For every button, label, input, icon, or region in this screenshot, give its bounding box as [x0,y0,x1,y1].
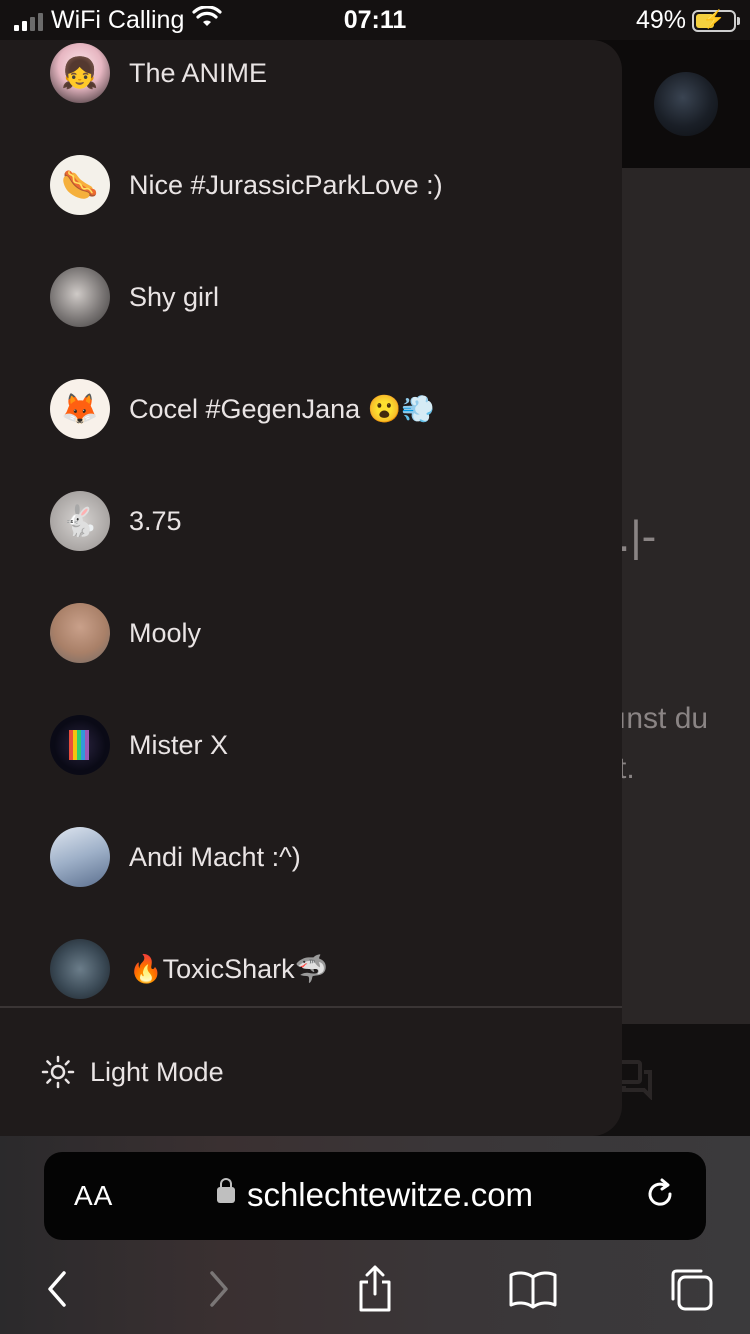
browser-toolbar [0,1256,750,1326]
hotdog-avatar: 🌭 [50,155,110,215]
list-item-label: 🔥ToxicShark🦈 [129,954,329,984]
tabs-button[interactable] [666,1266,716,1316]
rainbow-avatar [50,715,110,775]
browser-bottom-bar: AA schlechtewitze.com [0,1136,750,1334]
sun-icon [40,1054,76,1090]
list-item-label: The ANIME [129,57,268,88]
background-text-fragment: ınst du [618,702,709,735]
list-item[interactable]: Shy girl [0,241,622,353]
back-button[interactable] [32,1266,82,1316]
light-mode-button[interactable]: Light Mode [40,1044,244,1100]
list-item[interactable]: 👧 The ANIME [0,40,622,129]
bookmarks-button[interactable] [508,1266,558,1316]
chevron-right-icon [204,1269,234,1314]
list-item-label: Mooly [129,617,202,648]
forward-button[interactable] [194,1266,244,1316]
share-icon [355,1264,395,1319]
url-text: schlechtewitze.com [246,1176,534,1213]
list-item-label: Shy girl [129,281,220,312]
list-item[interactable]: 🐇 3.75 [0,465,622,577]
list-item[interactable]: Mooly [0,577,622,689]
background-text-fragment: .|- [618,512,657,561]
rabbit-sketch-avatar: 🐇 [50,491,110,551]
grey-photo-avatar [50,267,110,327]
side-drawer: 👧 The ANIME 🌭 Nice #JurassicParkLove :) … [0,40,622,1136]
creature-photo-avatar [50,939,110,999]
chevron-left-icon [42,1269,72,1314]
url-display[interactable]: schlechtewitze.com [44,1176,706,1214]
status-bar: WiFi Calling 07:11 49% ⚡ [0,0,750,40]
reload-icon[interactable] [640,1174,680,1214]
list-item[interactable]: 🦊 Cocel #GegenJana 😮💨 [0,353,622,465]
profile-avatar[interactable] [654,72,718,136]
list-item-label: Cocel #GegenJana 😮💨 [129,394,435,424]
list-item-label: Andi Macht :^) [129,841,301,872]
list-item-label: 3.75 [129,505,182,536]
list-item[interactable]: Mister X [0,689,622,801]
battery-icon: ⚡ [692,8,740,32]
list-item[interactable]: 🌭 Nice #JurassicParkLove :) [0,129,622,241]
list-item-label: Nice #JurassicParkLove :) [129,169,443,200]
light-mode-label: Light Mode [90,1056,224,1087]
drawer-divider [0,1006,622,1008]
list-item[interactable]: 🔥ToxicShark🦈 [0,913,622,1025]
list-item[interactable]: Andi Macht :^) [0,801,622,913]
list-item-label: Mister X [129,729,229,760]
charging-bolt-icon: ⚡ [702,8,726,29]
lock-icon [216,1178,235,1204]
bird-photo-avatar [50,827,110,887]
red-panda-avatar: 🦊 [50,379,110,439]
battery-percent: 49% [635,6,686,34]
anime-girl-avatar: 👧 [50,43,110,103]
status-right: 49% ⚡ [635,6,740,35]
address-bar[interactable]: AA schlechtewitze.com [44,1152,706,1240]
book-icon [508,1269,558,1314]
share-button[interactable] [350,1264,400,1319]
diglett-avatar [50,603,110,663]
tabs-icon [667,1265,715,1318]
